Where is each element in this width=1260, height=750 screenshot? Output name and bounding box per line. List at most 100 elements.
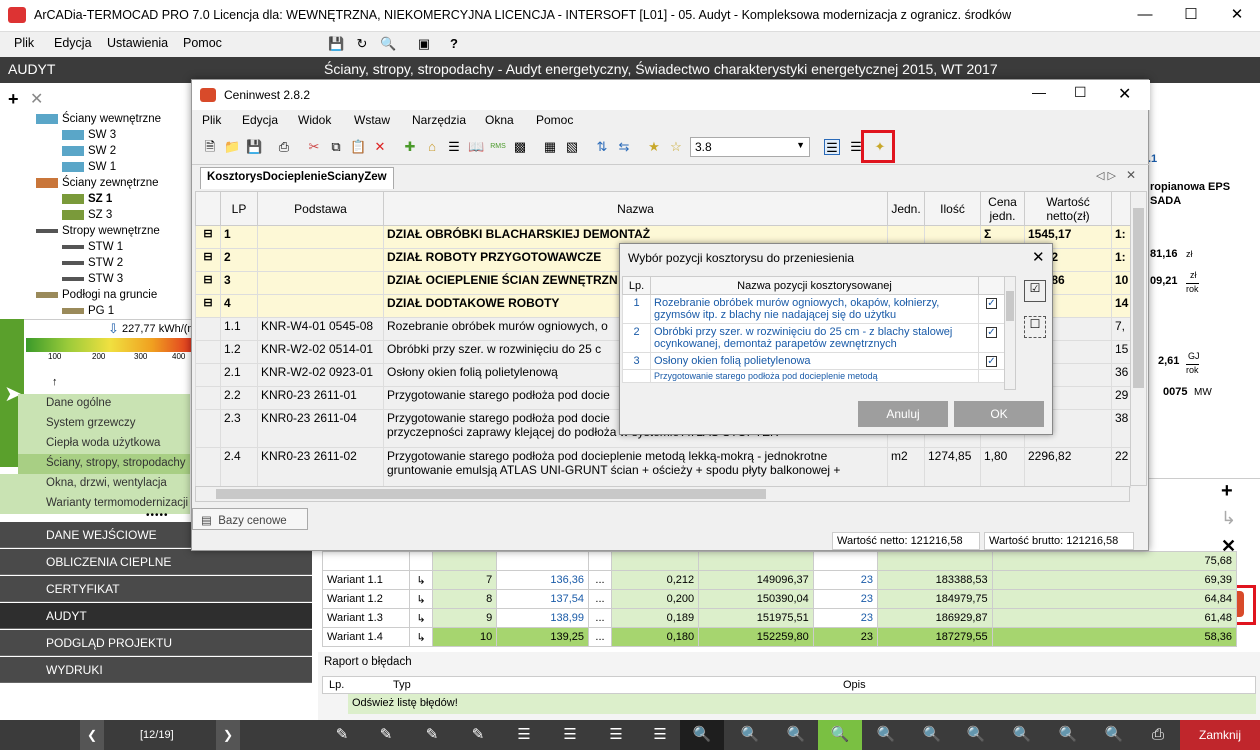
preview-doc-icon[interactable]: 🔍 — [740, 725, 760, 745]
tree-node[interactable]: SZ 3 — [62, 209, 112, 221]
tree-node[interactable]: STW 2 — [62, 257, 123, 269]
nav-dane-ogolne[interactable]: Dane ogólne — [18, 394, 190, 414]
minimize-button[interactable]: — — [1032, 84, 1046, 100]
menu-plik[interactable]: Plik — [202, 113, 221, 127]
col-lp[interactable]: Lp. — [622, 276, 651, 295]
view-list-icon[interactable]: ☰ — [824, 139, 840, 155]
deselect-all-icon[interactable]: ☐ — [1024, 316, 1046, 338]
new-doc-icon[interactable]: 🗎 — [202, 139, 218, 155]
tree-node[interactable]: Podłogi na gruncie — [36, 289, 157, 301]
check-icon[interactable]: ✓ — [986, 298, 997, 309]
tree-node[interactable]: STW 1 — [62, 241, 123, 253]
tree-node[interactable]: Stropy wewnętrzne — [36, 225, 160, 237]
open-folder-icon[interactable]: 📁 — [224, 139, 240, 155]
vertical-scrollbar[interactable] — [1130, 191, 1147, 486]
doc-list-icon[interactable]: ☰ — [606, 725, 626, 745]
cancel-button[interactable]: Anuluj — [858, 401, 948, 427]
scrollbar-thumb[interactable] — [1006, 291, 1014, 321]
sort-alt-icon[interactable]: ⇆ — [616, 139, 632, 155]
tree-node[interactable]: Ściany zewnętrzne — [36, 177, 159, 189]
tree-node[interactable]: SW 2 — [62, 145, 116, 157]
merge-icon[interactable]: ↳ — [1221, 508, 1236, 529]
col-wartosc[interactable]: Wartość netto(zł) — [1024, 191, 1112, 226]
sort-icon[interactable]: ⇅ — [594, 139, 610, 155]
menu-widok[interactable]: Widok — [298, 113, 331, 127]
section-wydruki[interactable]: WYDRUKI — [0, 657, 312, 683]
table-row[interactable]: 2.4 KNR0-23 2611-02 Przygotowanie starego … — [195, 447, 1131, 488]
col-nazwa-pozycji[interactable]: Nazwa pozycji kosztorysowanej — [650, 276, 979, 295]
more-button[interactable]: ... — [588, 589, 612, 609]
col-cena[interactable]: Cena jedn. — [980, 191, 1025, 226]
menu-pomoc[interactable]: Pomoc — [536, 113, 573, 127]
close-button[interactable]: Zamknij — [1180, 720, 1260, 750]
expander[interactable] — [195, 317, 221, 341]
list-item[interactable]: 3 Osłony okien folią polietylenowa ✓ — [622, 352, 1005, 370]
expander[interactable] — [195, 363, 221, 387]
scrollbar-thumb[interactable] — [1133, 208, 1144, 388]
link-arrow-icon[interactable]: ↳ — [409, 627, 434, 647]
more-button[interactable]: ... — [588, 608, 612, 628]
close-dialog-button[interactable]: ✕ — [1032, 248, 1045, 266]
refresh-errors-button[interactable]: Odśwież listę błędów! — [348, 694, 1256, 714]
section-audyt[interactable]: AUDYT — [0, 603, 312, 629]
variant-row[interactable]: Wariant 1.3 ↳ 9 138,99... 0,189 151975,51 23 18… — [321, 608, 1238, 628]
expander[interactable] — [195, 386, 221, 410]
doc-list-icon[interactable]: ☰ — [650, 725, 670, 745]
section-podglad-projektu[interactable]: PODGLĄD PROJEKTU — [0, 630, 312, 656]
preview-doc-icon[interactable]: 🔍 — [786, 725, 806, 745]
doc-edit-icon[interactable]: ✎ — [422, 725, 442, 745]
nav-system-grzewczy[interactable]: System grzewczy — [18, 414, 190, 434]
link-arrow-icon[interactable]: ↳ — [409, 570, 434, 590]
expander[interactable]: ⊟ — [195, 294, 221, 318]
close-window-button[interactable]: ✕ — [1214, 0, 1260, 32]
house-icon[interactable]: ⌂ — [424, 139, 440, 155]
calc-icon[interactable]: ★ — [646, 139, 662, 155]
horizontal-scrollbar[interactable] — [195, 486, 1130, 502]
tree-node[interactable]: SW 1 — [62, 161, 116, 173]
tree-node-selected[interactable]: SZ 1 — [62, 193, 112, 205]
delete-icon[interactable]: ✕ — [30, 89, 43, 109]
doc-edit-icon[interactable]: ✎ — [332, 725, 352, 745]
copy-icon[interactable]: ⧉ — [328, 139, 344, 155]
variant-row[interactable]: 75,68 — [321, 551, 1238, 571]
preview-doc-icon[interactable]: 🔍 — [876, 725, 896, 745]
col-ilosc[interactable]: Ilość — [924, 191, 981, 226]
expander[interactable]: ⊟ — [195, 271, 221, 295]
save-icon[interactable]: 💾 — [328, 36, 344, 52]
variant-row[interactable]: Wariant 1.4 ↳ 10 139,25... 0,180 152259,80 23 1… — [321, 627, 1238, 647]
print-icon[interactable]: ⎙ — [1148, 725, 1168, 745]
bar-chart-icon[interactable]: ▩ — [512, 139, 528, 155]
link-arrow-icon[interactable] — [409, 551, 434, 571]
section-obliczenia-cieplne[interactable]: OBLICZENIA CIEPLNE — [0, 549, 312, 575]
menu-plik[interactable]: Plik — [14, 36, 34, 50]
nav-ciepla-woda[interactable]: Ciepła woda użytkowa — [18, 434, 190, 454]
tree-node[interactable]: STW 3 — [62, 273, 123, 285]
paste-icon[interactable]: 📋 — [350, 139, 366, 155]
more-button[interactable] — [588, 551, 612, 571]
variant-row[interactable]: Wariant 1.1 ↳ 7 136,36... 0,212 149096,37 23 18… — [321, 570, 1238, 590]
maximize-button[interactable]: ☐ — [1168, 0, 1214, 32]
preview-doc-icon[interactable]: 🔍 — [966, 725, 986, 745]
save-icon[interactable]: 💾 — [246, 139, 262, 155]
maximize-button[interactable]: ☐ — [1074, 84, 1087, 101]
table-icon[interactable]: ▦ — [542, 139, 558, 155]
book-icon[interactable]: 📖 — [468, 139, 484, 155]
col-nazwa[interactable]: Nazwa — [383, 191, 888, 226]
expander[interactable]: ⊟ — [195, 248, 221, 272]
prev-page-button[interactable]: ❮ — [80, 720, 104, 750]
list-item[interactable]: 2 Obróbki przy szer. w rozwinięciu do 25 … — [622, 323, 1005, 353]
vertical-scrollbar[interactable] — [1004, 276, 1016, 390]
help-icon[interactable]: ? — [446, 36, 462, 52]
version-combo[interactable]: 3.8 ▼ — [690, 137, 810, 157]
section-certyfikat[interactable]: CERTYFIKAT — [0, 576, 312, 602]
checkbox[interactable]: ✓ — [978, 294, 1005, 324]
checkbox[interactable] — [978, 369, 1005, 383]
window-icon[interactable]: ▧ — [564, 139, 580, 155]
doc-edit-icon[interactable]: ✎ — [376, 725, 396, 745]
minimize-button[interactable]: — — [1122, 0, 1168, 32]
preview-doc-icon[interactable]: 🔍 — [1012, 725, 1032, 745]
preview-doc-icon[interactable]: 🔍 — [1104, 725, 1124, 745]
tab-nav-icon[interactable]: ◁ ▷ — [1096, 169, 1116, 182]
expander[interactable] — [195, 447, 221, 488]
preview-doc-icon[interactable]: 🔍 — [922, 725, 942, 745]
